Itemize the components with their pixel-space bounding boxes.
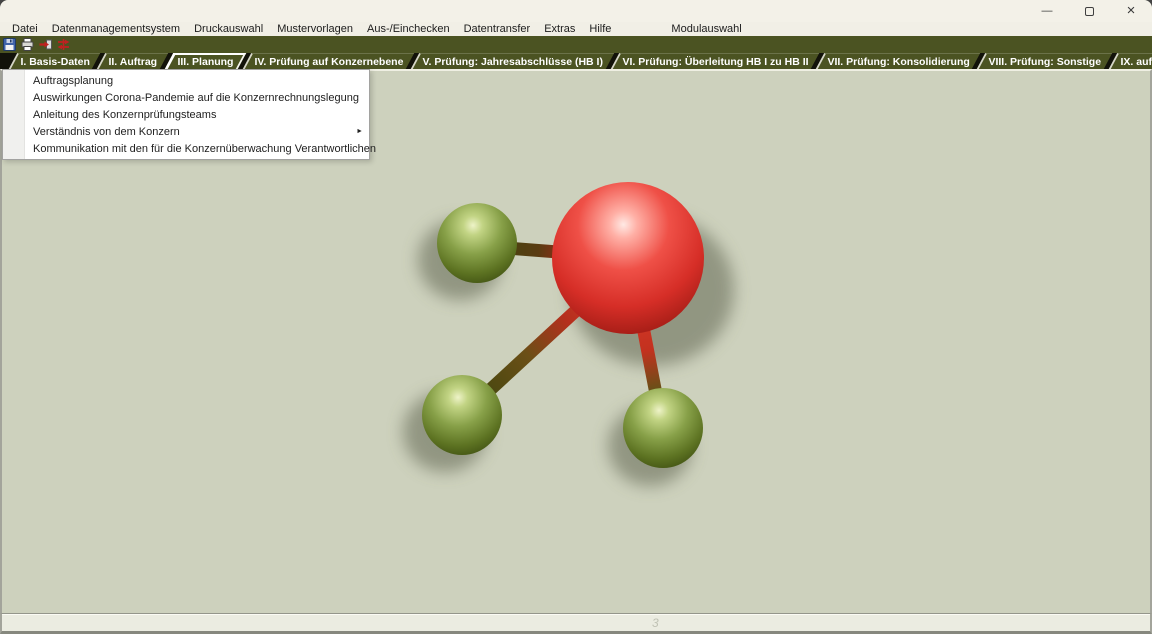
green-atom-top-left [437, 203, 517, 283]
menu-item-verstaendnis-konzern[interactable]: Verständnis von dem Konzern ► [3, 123, 369, 140]
transfer-button[interactable] [56, 37, 71, 52]
tab-auftrag[interactable]: II. Auftrag [97, 53, 168, 69]
checkin-arrow-icon [39, 38, 52, 51]
tab-pruefung-ueberleitung[interactable]: VI. Prüfung: Überleitung HB I zu HB II [610, 53, 819, 69]
menubar-item-mustervorlagen[interactable]: Mustervorlagen [270, 22, 360, 36]
menubar-item-datei[interactable]: Datei [5, 22, 45, 36]
tab-pruefung-jahresabschluesse[interactable]: V. Prüfung: Jahresabschlüsse (HB I) [411, 53, 614, 69]
menubar-item-extras[interactable]: Extras [537, 22, 582, 36]
tabbar: I. Basis-Daten II. Auftrag III. Planung … [0, 53, 1152, 69]
close-icon: × [1127, 0, 1136, 22]
planung-dropdown-menu: Auftragsplanung Auswirkungen Corona-Pand… [2, 69, 370, 160]
menubar-item-datenmanagementsystem[interactable]: Datenmanagementsystem [45, 22, 187, 36]
green-atom-bottom-left [422, 375, 502, 455]
submenu-arrow-icon: ► [356, 128, 363, 135]
tab-auftragsbezogene-qs[interactable]: IX. auftragsbezogene QS [1108, 53, 1152, 69]
save-icon [3, 38, 16, 51]
titlebar: — × [0, 0, 1152, 22]
maximize-button[interactable] [1068, 0, 1110, 22]
menubar-item-druckauswahl[interactable]: Druckauswahl [187, 22, 270, 36]
checkin-button[interactable] [38, 37, 53, 52]
menubar-item-hilfe[interactable]: Hilfe [582, 22, 618, 36]
menubar-item-aus-einchecken[interactable]: Aus-/Einchecken [360, 22, 457, 36]
transfer-arrows-icon [57, 38, 70, 51]
print-icon [21, 38, 34, 51]
menu-item-auswirkungen-corona[interactable]: Auswirkungen Corona-Pandemie auf die Kon… [3, 89, 369, 106]
menu-item-anleitung-konzernpruefungsteam[interactable]: Anleitung des Konzernprüfungsteams [3, 106, 369, 123]
tab-planung[interactable]: III. Planung [165, 53, 247, 69]
tab-pruefung-sonstige[interactable]: VIII. Prüfung: Sonstige [977, 53, 1112, 69]
statusbar-watermark: 3 [652, 616, 659, 630]
maximize-icon [1085, 7, 1094, 16]
menubar-item-modulauswahl[interactable]: Modulauswahl [664, 22, 748, 36]
menubar: Datei Datenmanagementsystem Druckauswahl… [0, 22, 1152, 36]
save-button[interactable] [2, 37, 17, 52]
green-atom-bottom-right [623, 388, 703, 468]
close-button[interactable]: × [1110, 0, 1152, 22]
tab-pruefung-konzernebene[interactable]: IV. Prüfung auf Konzernebene [243, 53, 414, 69]
menu-item-auftragsplanung[interactable]: Auftragsplanung [3, 72, 369, 89]
toolbar [0, 36, 1152, 53]
minimize-icon: — [1042, 0, 1053, 22]
app-window: — × Datei Datenmanagementsystem Druckaus… [0, 0, 1152, 634]
menu-item-kommunikation-verantwortliche[interactable]: Kommunikation mit den für die Konzernübe… [3, 140, 369, 157]
bottom-scrollbar[interactable]: 3 [0, 613, 1152, 634]
tab-basis-daten[interactable]: I. Basis-Daten [9, 53, 101, 69]
print-button[interactable] [20, 37, 35, 52]
molecule-graphic [400, 160, 760, 500]
content-area: Auftragsplanung Auswirkungen Corona-Pand… [0, 69, 1152, 613]
red-atom-center [552, 182, 704, 334]
menubar-item-datentransfer[interactable]: Datentransfer [457, 22, 538, 36]
minimize-button[interactable]: — [1026, 0, 1068, 22]
tab-pruefung-konsolidierung[interactable]: VII. Prüfung: Konsolidierung [815, 53, 980, 69]
